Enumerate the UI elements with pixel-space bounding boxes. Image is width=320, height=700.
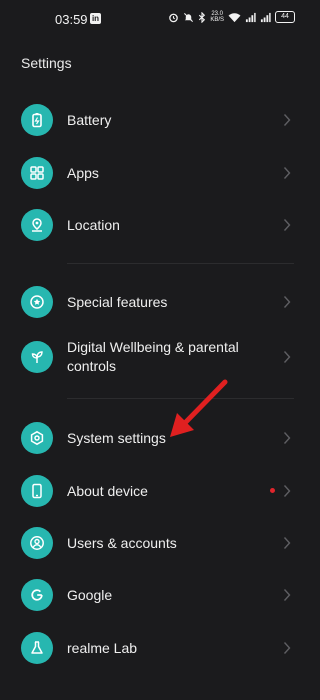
net-speed-unit: KB/S (210, 17, 224, 23)
status-time: 03:59 (55, 12, 88, 27)
status-bar: 03:59 in 23.0 KB/S 44 (0, 0, 315, 40)
notification-dot (270, 488, 275, 493)
settings-item-label: Location (67, 217, 120, 233)
settings-item-label: Users & accounts (67, 535, 177, 551)
chevron-right-icon (283, 537, 291, 549)
chevron-right-icon (283, 485, 291, 497)
star-icon (21, 286, 53, 318)
bluetooth-icon (199, 11, 206, 23)
phone-icon (21, 475, 53, 507)
chevron-right-icon (283, 589, 291, 601)
settings-item-label: Battery (67, 112, 112, 128)
linkedin-notification-icon: in (90, 13, 101, 24)
battery-indicator: 44 (275, 11, 295, 23)
location-pin-icon (21, 209, 53, 241)
user-icon (21, 527, 53, 559)
status-icons: 23.0 KB/S 44 (168, 11, 295, 23)
section-divider (67, 263, 294, 264)
chevron-right-icon (283, 432, 291, 444)
signal-icon (245, 12, 256, 22)
chevron-right-icon (283, 219, 291, 231)
annotation-arrow (170, 379, 228, 437)
chevron-right-icon (283, 351, 291, 363)
mute-icon (184, 12, 194, 22)
flask-icon (21, 632, 53, 664)
apps-grid-icon (21, 157, 53, 189)
chevron-right-icon (283, 167, 291, 179)
settings-item-label: About device (67, 483, 148, 499)
google-icon (21, 579, 53, 611)
settings-item-label: Special features (67, 294, 168, 310)
chevron-right-icon (283, 642, 291, 654)
settings-item-label: Google (67, 587, 113, 603)
page-title: Settings (21, 55, 72, 71)
settings-item-label: realme Lab (67, 640, 138, 656)
settings-item-label: Digital Wellbeing & parental controls (67, 339, 239, 374)
battery-icon (21, 104, 53, 136)
chevron-right-icon (283, 296, 291, 308)
settings-item-label: Apps (67, 165, 99, 181)
wellbeing-icon (21, 341, 53, 373)
signal-icon-2 (260, 12, 271, 22)
settings-gear-icon (21, 422, 53, 454)
alarm-icon (169, 13, 179, 22)
wifi-icon (228, 12, 241, 22)
network-speed: 23.0 KB/S (210, 11, 224, 23)
chevron-right-icon (283, 114, 291, 126)
